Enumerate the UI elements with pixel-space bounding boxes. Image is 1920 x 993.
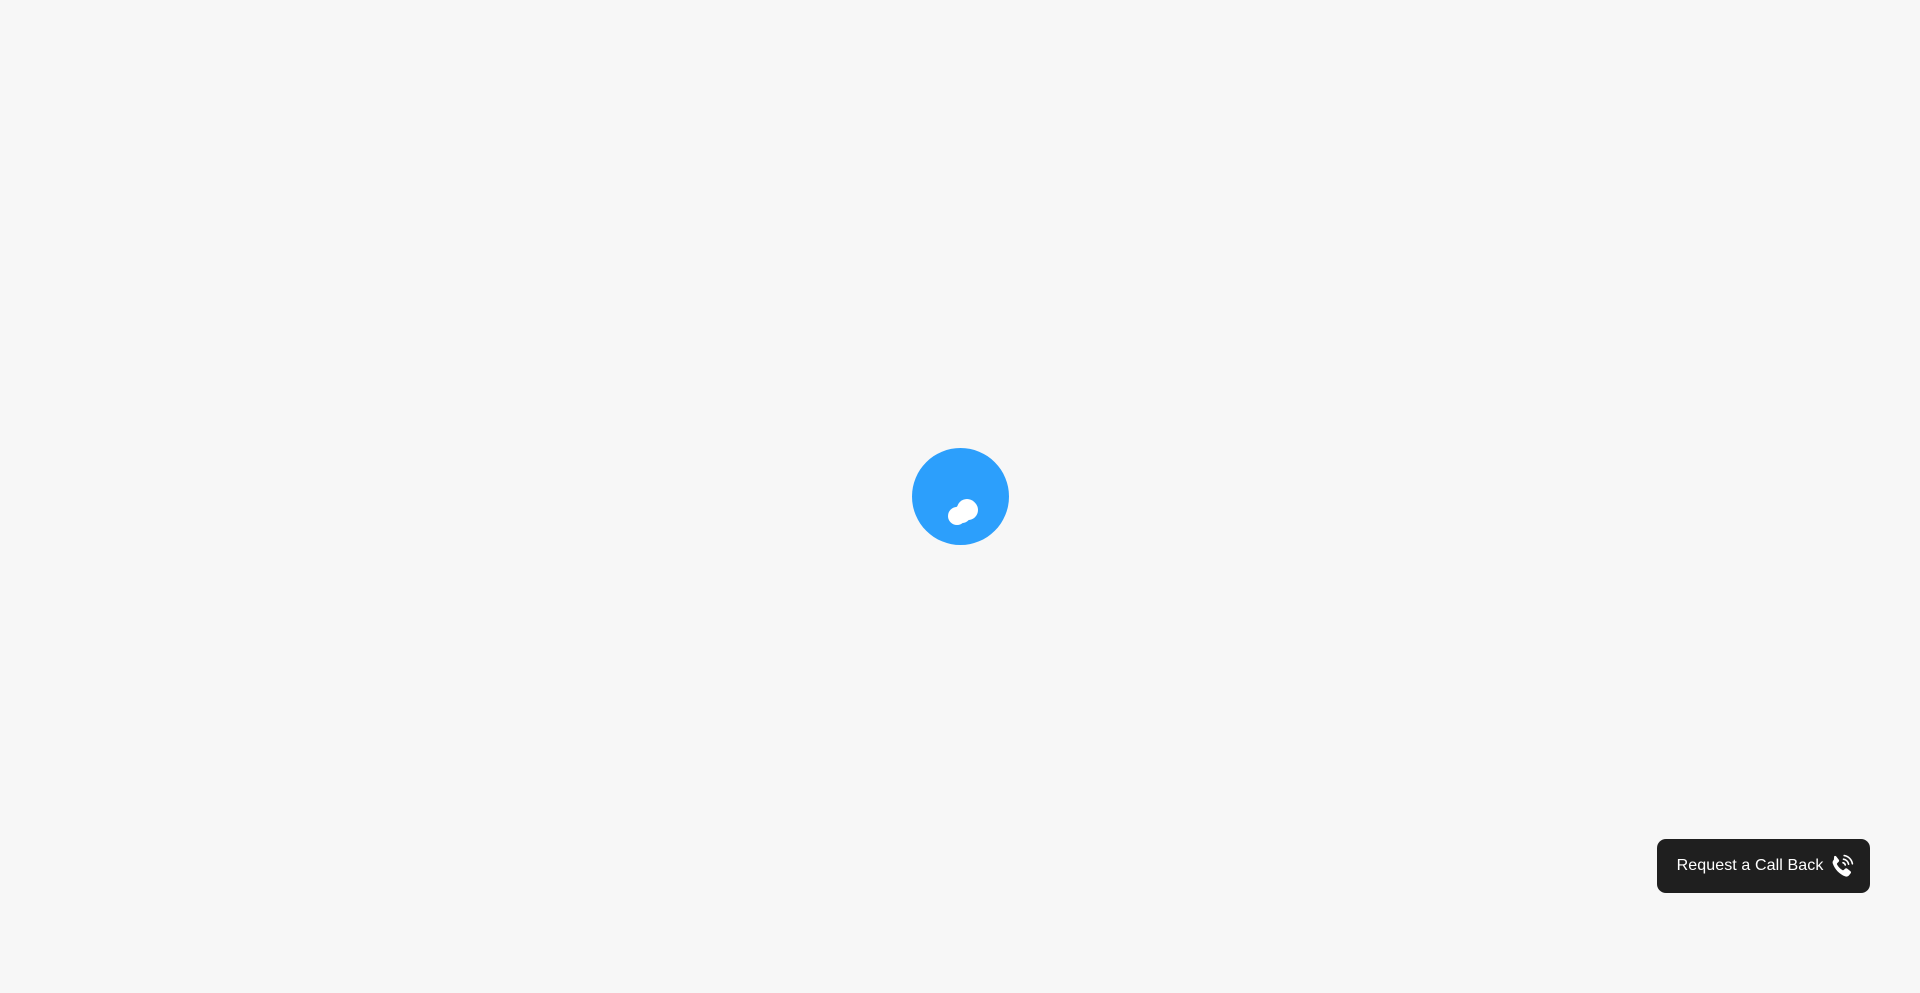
request-call-back-button[interactable]: Request a Call Back [1657, 839, 1870, 893]
loading-spinner-dots [948, 499, 978, 525]
loading-spinner-icon [912, 448, 1009, 545]
phone-ringing-icon [1832, 854, 1854, 877]
page: Request a Call Back [0, 0, 1920, 993]
request-call-back-label: Request a Call Back [1676, 857, 1824, 874]
